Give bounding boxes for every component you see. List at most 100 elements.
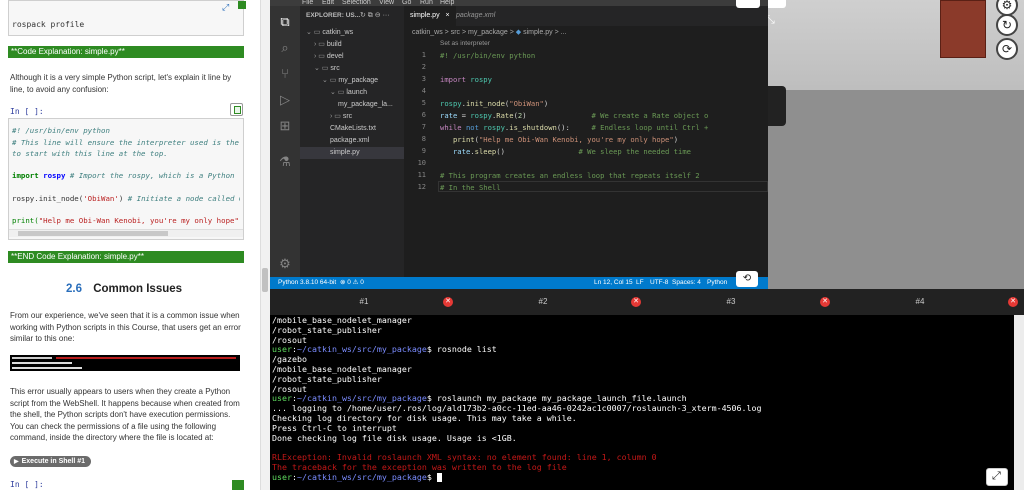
tree-item[interactable]: my_package_la... (338, 100, 393, 110)
tree-item[interactable]: ⌄ ▭ catkin_ws (306, 28, 353, 38)
line-number: 7 (421, 123, 426, 131)
code-line[interactable]: # In the Shell (440, 183, 501, 192)
code-line-3: to start with this line at the top. (12, 149, 168, 158)
status-eol[interactable]: LF (636, 277, 644, 289)
tree-item[interactable]: ⌄ ▭ my_package (322, 76, 378, 86)
crumb-more[interactable]: ... (561, 29, 567, 36)
section-title: Common Issues (93, 283, 183, 295)
status-problems[interactable]: ⊗ 0 ⚠ 0 (340, 277, 364, 289)
bottom-cell-prompt: In [ ]: (10, 480, 44, 489)
folder-open-icon: ⌄ ▭ (330, 89, 347, 96)
close-tab-4-icon[interactable]: ✕ (1008, 297, 1018, 307)
terminal-scrollbar[interactable] (1014, 315, 1024, 490)
terminal-cursor (436, 472, 442, 482)
copy-icon[interactable] (238, 1, 246, 9)
settings-gear-icon[interactable]: ⚙ (277, 256, 293, 272)
search-icon[interactable]: ⌕ (277, 40, 293, 56)
terminal-tab-1-label: #1 (359, 297, 369, 306)
expand-icon[interactable]: ⤢ (222, 2, 229, 13)
tree-item-label: my_package (338, 77, 379, 84)
code-line[interactable]: #! /usr/bin/env python (440, 51, 535, 60)
code-line[interactable]: rate.sleep() # We sleep the needed time (440, 147, 691, 156)
status-python-version[interactable]: Python 3.8.10 64-bit (278, 277, 336, 289)
status-language[interactable]: Python (707, 277, 727, 289)
tree-item[interactable]: package.xml (330, 136, 369, 146)
code-line-2: # This line will ensure the interpreter … (12, 138, 240, 147)
expand-arrows-icon: ⤢ (992, 470, 1001, 482)
tab-simple-py[interactable]: simple.py × (404, 6, 456, 26)
testing-icon[interactable]: ⚗ (277, 154, 293, 170)
explorer-icon[interactable]: ⧉ (277, 14, 293, 30)
gazebo-refresh-button[interactable]: ⟳ (996, 38, 1018, 60)
terminal-tab-1[interactable]: #1 (270, 289, 458, 315)
status-cursor-position[interactable]: Ln 12, Col 15 (594, 277, 633, 289)
extensions-icon[interactable]: ⊞ (277, 118, 293, 134)
error-screenshot-line-3 (12, 362, 72, 364)
tab-close-icon[interactable]: × (446, 12, 450, 19)
folder-icon: › ▭ (330, 113, 343, 120)
line-number: 11 (417, 171, 426, 179)
copy-code-button[interactable] (230, 103, 243, 116)
explorer-actions-icon[interactable]: ↻ ⧉ ⊖ ··· (360, 11, 390, 20)
vscode-refresh-button[interactable]: ⟲ (736, 271, 758, 287)
gazebo-reset-button[interactable]: ↻ (996, 14, 1018, 36)
line-number: 2 (421, 63, 426, 71)
execute-in-shell-button[interactable]: ▶ Execute in Shell #1 (10, 456, 92, 467)
bottom-copy-icon[interactable] (232, 480, 244, 490)
crumb-src[interactable]: src (451, 29, 460, 36)
tab-package-xml-label: package.xml (456, 12, 496, 19)
crumb-simple-py[interactable]: simple.py (523, 29, 553, 36)
source-control-icon[interactable]: ⑂ (277, 66, 293, 82)
folder-open-icon: ⌄ ▭ (314, 65, 331, 72)
terminal-tab-3[interactable]: #3 (637, 289, 825, 315)
tree-item[interactable]: › ▭ src (330, 112, 352, 122)
code-line[interactable]: import rospy (440, 75, 492, 84)
vscode-minimize-button[interactable] (736, 0, 760, 8)
editor-area: simple.py × package.xml catkin_ws > src … (404, 6, 768, 277)
notebook-scrollbar-thumb[interactable] (262, 268, 268, 292)
tree-item[interactable]: CMakeLists.txt (330, 124, 376, 134)
prompt-user: user (272, 393, 292, 404)
terminal-expand-button[interactable]: ⤢ (986, 468, 1008, 486)
terminal-tab-2-label: #2 (538, 297, 548, 306)
gazebo-top-button[interactable] (768, 0, 786, 8)
code-line[interactable]: while not rospy.is_shutdown(): # Endless… (440, 123, 708, 132)
tree-item[interactable]: simple.py (330, 148, 360, 158)
notebook-scrollbar[interactable] (260, 0, 270, 490)
terminal-tabs: #1 ✕ #2 ✕ #3 ✕ #4 ✕ (270, 289, 1024, 315)
status-encoding[interactable]: UTF-8 (650, 277, 668, 289)
tree-item[interactable]: ⌄ ▭ src (314, 64, 340, 74)
code-line[interactable]: # This program creates an endless loop t… (440, 171, 700, 180)
prompt-user: user (272, 471, 292, 482)
terminal-tab-2[interactable]: #2 (449, 289, 637, 315)
code-line[interactable]: rospy.init_node("ObiWan") (440, 99, 548, 108)
tree-item[interactable]: › ▭ devel (314, 52, 344, 62)
code-line[interactable]: print("Help me Obi-Wan Kenobi, you're my… (440, 135, 678, 144)
code-scrollbar-thumb[interactable] (18, 231, 168, 236)
error-screenshot-line-4 (12, 367, 82, 369)
crumb-my-package[interactable]: my_package (468, 29, 508, 36)
prompt-path: ~/catkin_ws/src/my_package (296, 393, 427, 404)
explorer-panel: EXPLORER: US... ↻ ⧉ ⊖ ··· ⌄ ▭ catkin_ws ›… (300, 6, 404, 277)
line-number: 9 (421, 147, 426, 155)
code-explanation-header: **Code Explanation: simple.py** (8, 46, 244, 58)
interpreter-hint[interactable]: Set as interpreter (440, 40, 490, 47)
prompt-command: $ rosnode list (426, 344, 497, 355)
end-explanation-header: **END Code Explanation: simple.py** (8, 251, 244, 263)
terminal[interactable]: /mobile_base_nodelet_manager/robot_state… (270, 315, 1014, 490)
error-screenshot-line-2 (56, 357, 236, 359)
tree-item[interactable]: › ▭ build (314, 40, 342, 50)
run-debug-icon[interactable]: ▷ (277, 92, 293, 108)
status-indentation[interactable]: Spaces: 4 (672, 277, 701, 289)
gazebo-expand-icon[interactable]: ⤡ (768, 14, 775, 27)
tab-package-xml[interactable]: package.xml (450, 6, 501, 26)
terminal-tab-4[interactable]: #4 (826, 289, 1014, 315)
gazebo-viewport[interactable]: ⤡ ⚙ ↻ ⟳ (768, 0, 1024, 289)
line-number: 4 (421, 87, 426, 95)
tree-item[interactable]: ⌄ ▭ launch (330, 88, 367, 98)
crumb-catkin-ws[interactable]: catkin_ws (412, 29, 443, 36)
code-line[interactable]: rate = rospy.Rate(2) # We create a Rate … (440, 111, 708, 120)
line-number: 12 (417, 183, 426, 191)
python-file-icon: ◆ (515, 29, 522, 36)
section-number: 2.6 (66, 283, 82, 295)
